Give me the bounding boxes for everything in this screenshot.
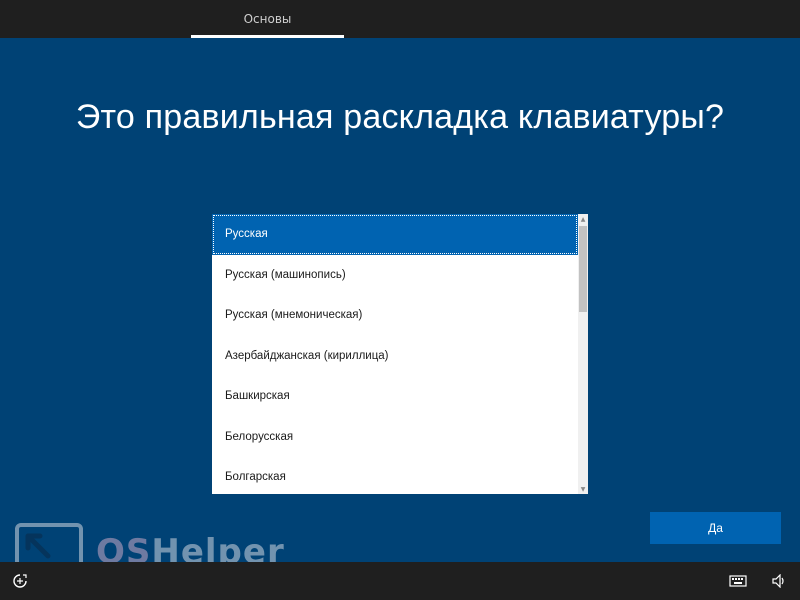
- volume-icon[interactable]: [767, 562, 791, 600]
- tab-active-indicator: [191, 35, 344, 38]
- keyboard-icon[interactable]: [726, 562, 750, 600]
- list-scrollbar[interactable]: ▲ ▼: [578, 214, 588, 494]
- top-bar: Основы: [0, 0, 800, 38]
- scroll-up-icon[interactable]: ▲: [578, 214, 588, 224]
- list-item[interactable]: Болгарская: [212, 457, 578, 494]
- list-item[interactable]: Русская: [212, 214, 578, 255]
- scroll-down-icon[interactable]: ▼: [578, 484, 588, 494]
- yes-button[interactable]: Да: [650, 512, 781, 544]
- tab-basics[interactable]: Основы: [191, 0, 344, 38]
- ease-of-access-icon[interactable]: [8, 562, 32, 600]
- bottom-bar: [0, 562, 800, 600]
- scroll-thumb[interactable]: [579, 226, 587, 312]
- list-item[interactable]: Русская (мнемоническая): [212, 295, 578, 336]
- list-item[interactable]: Башкирская: [212, 376, 578, 417]
- list-item[interactable]: Русская (машинопись): [212, 255, 578, 296]
- page-title: Это правильная раскладка клавиатуры?: [75, 98, 725, 136]
- list-item[interactable]: Белорусская: [212, 417, 578, 458]
- list-item[interactable]: Азербайджанская (кириллица): [212, 336, 578, 377]
- keyboard-layout-list[interactable]: Русская Русская (машинопись) Русская (мн…: [212, 214, 578, 494]
